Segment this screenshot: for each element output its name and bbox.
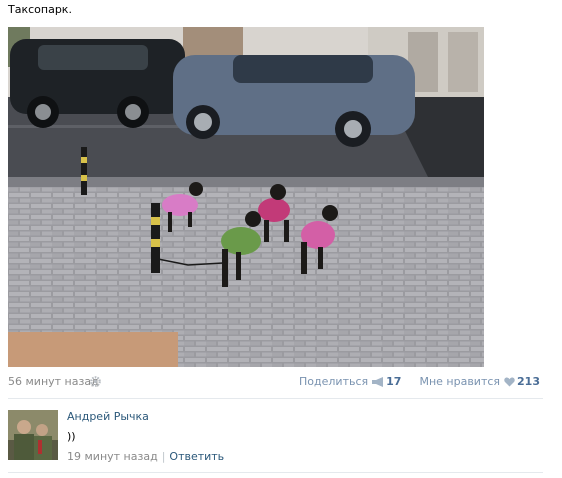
avatar[interactable] (8, 410, 58, 460)
divider (8, 398, 543, 399)
post-time[interactable]: 56 минут назад (8, 375, 99, 388)
like-label: Мне нравится (419, 375, 501, 388)
post-text: Таксопарк. (8, 3, 72, 16)
comment-time[interactable]: 19 минут назад (67, 450, 158, 463)
share-label: Поделиться (299, 375, 369, 388)
comment: Андрей Рычка )) 19 минут назад | Ответить (8, 410, 543, 463)
comment-author[interactable]: Андрей Рычка (67, 410, 149, 423)
post-actions: Поделиться 17 Мне нравится 213 (299, 375, 540, 388)
gear-icon[interactable] (90, 376, 101, 387)
separator: | (161, 450, 166, 463)
comment-footer: 19 минут назад | Ответить (67, 450, 224, 463)
comment-text: )) (67, 430, 76, 443)
like-count: 213 (517, 375, 540, 388)
megaphone-icon (372, 377, 384, 387)
share-button[interactable]: Поделиться 17 (299, 375, 401, 388)
like-button[interactable]: Мне нравится 213 (419, 375, 540, 388)
share-count: 17 (386, 375, 402, 388)
heart-icon (504, 377, 515, 387)
post-photo[interactable] (8, 27, 484, 367)
post-meta: 56 минут назад Поделиться 17 Мне нравится… (8, 375, 540, 389)
divider (8, 472, 543, 473)
reply-button[interactable]: Ответить (169, 450, 224, 463)
